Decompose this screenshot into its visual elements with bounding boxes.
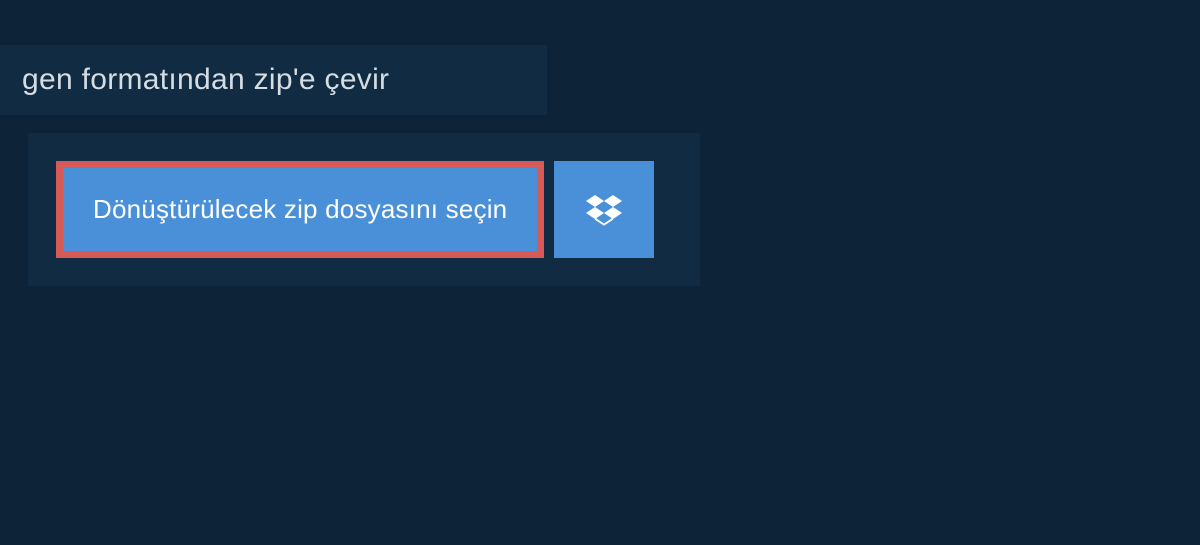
select-file-label: Dönüştürülecek zip dosyasını seçin bbox=[93, 194, 507, 225]
dropbox-button[interactable] bbox=[554, 161, 654, 258]
button-row: Dönüştürülecek zip dosyasını seçin bbox=[56, 161, 672, 258]
dropbox-icon bbox=[586, 192, 622, 228]
upload-panel: Dönüştürülecek zip dosyasını seçin bbox=[28, 133, 700, 286]
page-header: gen formatından zip'e çevir bbox=[0, 45, 547, 115]
page-title: gen formatından zip'e çevir bbox=[22, 63, 525, 97]
select-file-button[interactable]: Dönüştürülecek zip dosyasını seçin bbox=[56, 161, 544, 258]
